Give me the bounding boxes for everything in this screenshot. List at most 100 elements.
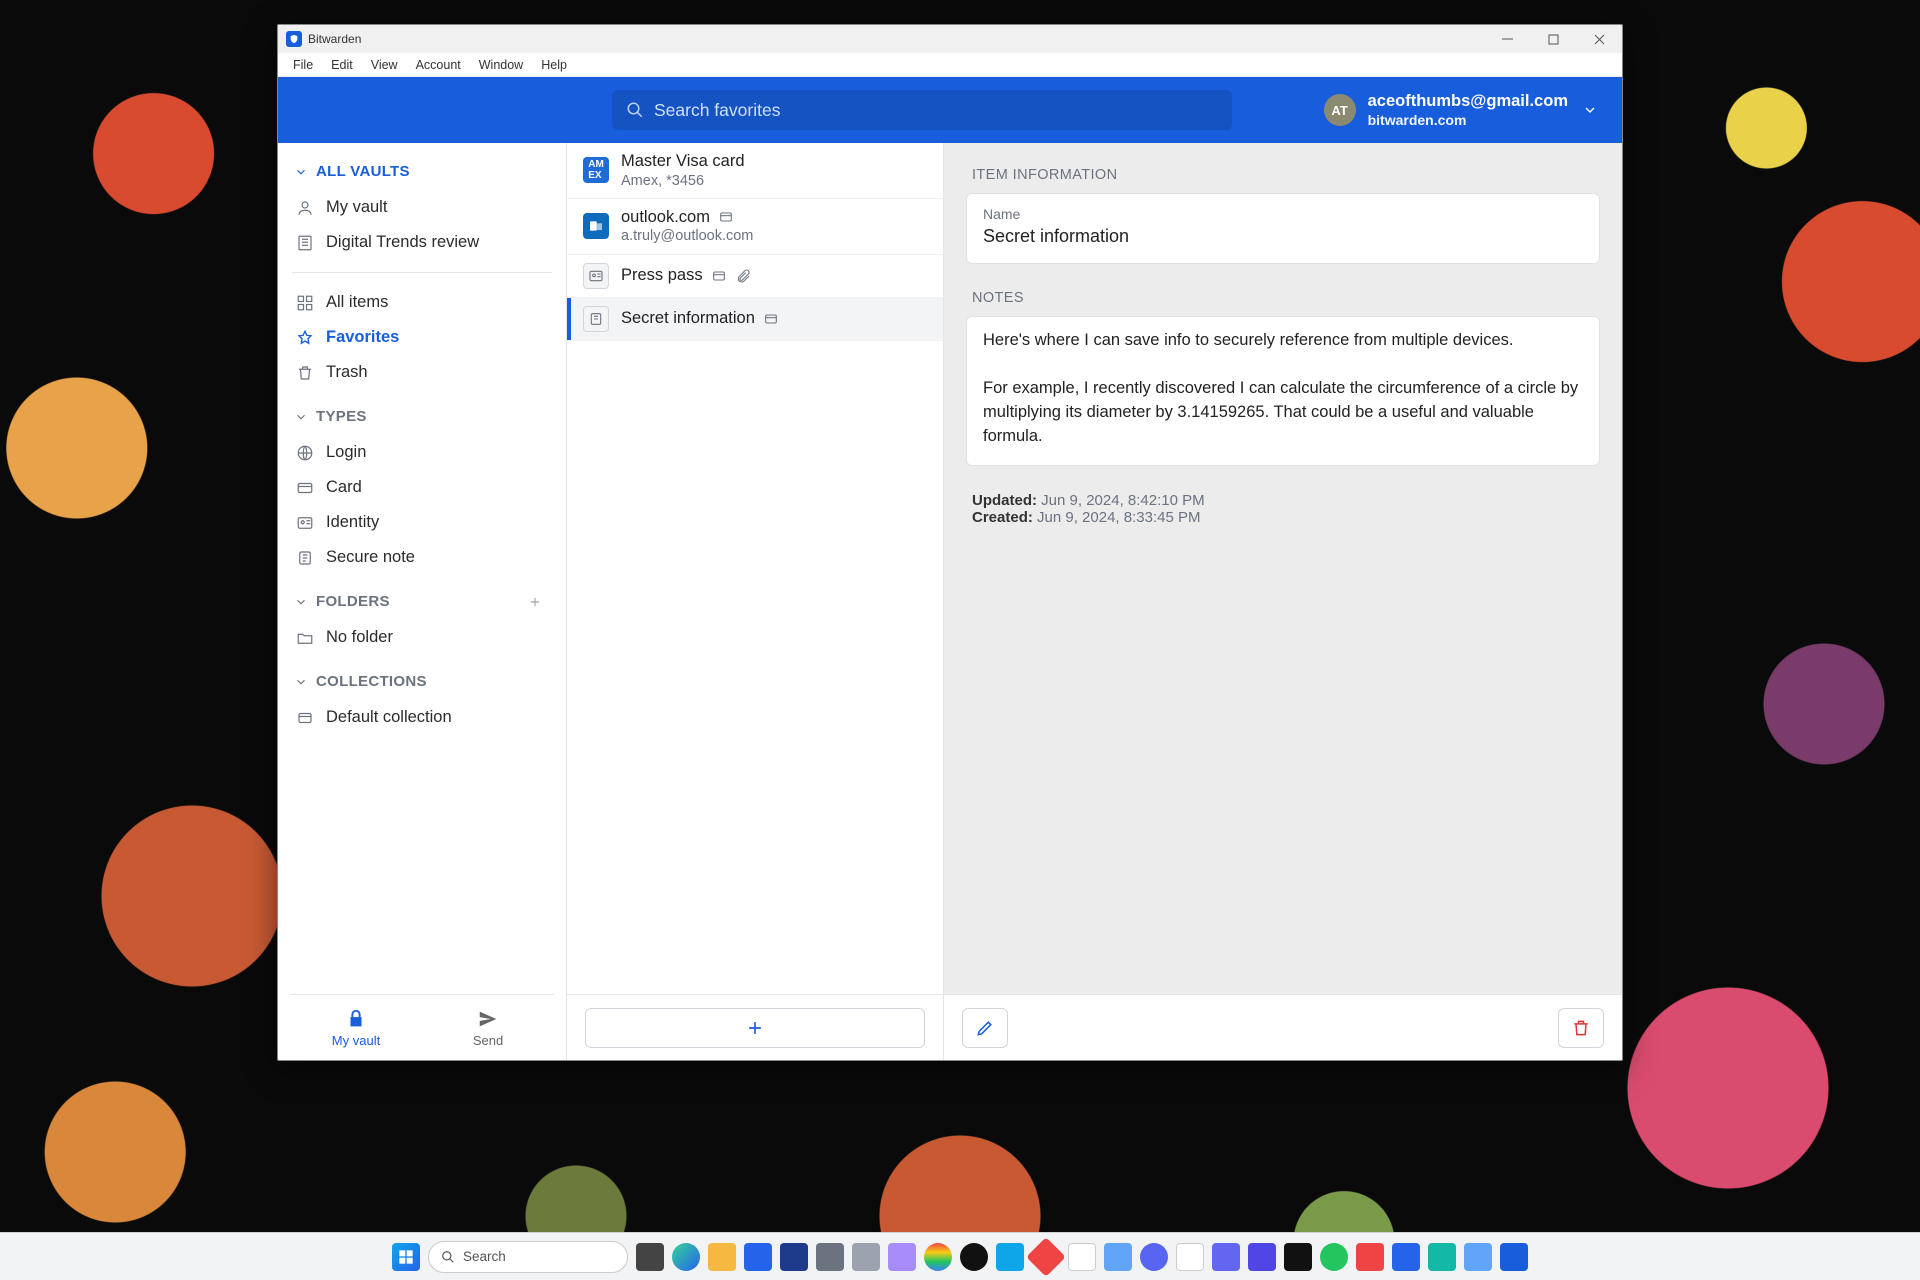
taskbar-app-icon[interactable] [672,1243,700,1271]
window-maximize-button[interactable] [1530,25,1576,53]
sidebar-type-identity[interactable]: Identity [290,505,554,540]
taskbar-app-icon[interactable] [1104,1243,1132,1271]
taskbar-app-icon[interactable] [996,1243,1024,1271]
launch-icon[interactable] [711,268,727,284]
section-all-vaults[interactable]: ALL VAULTS [290,157,554,190]
collection-icon [296,709,314,727]
menu-help[interactable]: Help [532,55,576,75]
search-box[interactable] [612,90,1232,130]
taskbar-app-icon[interactable] [888,1243,916,1271]
tab-send[interactable]: Send [422,995,554,1060]
taskbar-app-icon[interactable] [1356,1243,1384,1271]
taskbar-app-icon[interactable] [1320,1243,1348,1271]
section-types[interactable]: TYPES [290,390,554,435]
section-folders[interactable]: FOLDERS [290,575,554,620]
search-input[interactable] [654,100,1218,121]
sidebar-vault-digital-trends[interactable]: Digital Trends review [290,225,554,260]
taskbar-app-icon[interactable] [636,1243,664,1271]
taskbar-app-icon[interactable] [924,1243,952,1271]
window-minimize-button[interactable] [1484,25,1530,53]
sidebar-favorites[interactable]: Favorites [290,320,554,355]
menu-account[interactable]: Account [407,55,470,75]
taskbar-app-icon[interactable] [780,1243,808,1271]
taskbar-app-icon[interactable] [744,1243,772,1271]
grid-icon [296,294,314,312]
chevron-down-icon [294,595,308,609]
taskbar-app-icon[interactable] [1284,1243,1312,1271]
menu-window[interactable]: Window [470,55,532,75]
taskbar-app-icon[interactable] [1026,1237,1066,1277]
launch-icon[interactable] [763,311,779,327]
list-item[interactable]: Secret information [567,298,943,341]
section-collections[interactable]: COLLECTIONS [290,655,554,700]
taskbar-app-icon[interactable] [960,1243,988,1271]
sidebar-type-note[interactable]: Secure note [290,540,554,575]
taskbar-app-icon[interactable] [1140,1243,1168,1271]
notes-card: Here's where I can save info to securely… [966,316,1600,466]
attachment-icon[interactable] [735,268,751,284]
identity-icon [583,263,609,289]
add-folder-button[interactable] [528,595,542,609]
taskbar-search[interactable]: Search [428,1241,628,1273]
list-item[interactable]: AMEX Master Visa card Amex, *3456 [567,143,943,199]
note-icon [583,306,609,332]
name-value: Secret information [983,226,1583,247]
user-icon [296,199,314,217]
globe-icon [296,444,314,462]
taskbar-app-icon[interactable] [1500,1243,1528,1271]
card-icon [296,479,314,497]
chevron-down-icon [294,410,308,424]
start-button[interactable] [392,1243,420,1271]
account-email: aceofthumbs@gmail.com [1368,91,1568,112]
window-title: Bitwarden [308,32,361,46]
trash-icon [1571,1018,1591,1038]
edit-button[interactable] [962,1008,1008,1048]
account-switcher[interactable]: AT aceofthumbs@gmail.com bitwarden.com [1324,91,1598,129]
sidebar-type-card[interactable]: Card [290,470,554,505]
send-icon [477,1008,499,1030]
delete-button[interactable] [1558,1008,1604,1048]
lock-icon [345,1008,367,1030]
sidebar-trash[interactable]: Trash [290,355,554,390]
taskbar-app-icon[interactable] [1176,1243,1204,1271]
bitwarden-window: Bitwarden File Edit View Account Window … [277,24,1623,1061]
window-close-button[interactable] [1576,25,1622,53]
taskbar-app-icon[interactable] [1212,1243,1240,1271]
menu-edit[interactable]: Edit [322,55,362,75]
item-list-column: AMEX Master Visa card Amex, *3456 outloo… [567,143,944,1060]
sidebar-type-login[interactable]: Login [290,435,554,470]
account-domain: bitwarden.com [1368,112,1568,130]
taskbar-app-icon[interactable] [1428,1243,1456,1271]
sidebar-collection-default[interactable]: Default collection [290,700,554,735]
taskbar[interactable]: Search [0,1232,1920,1280]
taskbar-app-icon[interactable] [1248,1243,1276,1271]
menu-file[interactable]: File [284,55,322,75]
created-meta: Created: Jun 9, 2024, 8:33:45 PM [966,509,1600,526]
add-item-button[interactable] [585,1008,925,1048]
item-name-card: Name Secret information [966,193,1600,264]
launch-icon[interactable] [718,209,734,225]
sidebar-tabs: My vault Send [290,994,554,1060]
taskbar-app-icon[interactable] [1392,1243,1420,1271]
pencil-icon [975,1018,995,1038]
tab-my-vault[interactable]: My vault [290,995,422,1060]
chevron-down-icon [1582,102,1598,118]
list-item[interactable]: Press pass [567,255,943,298]
taskbar-app-icon[interactable] [708,1243,736,1271]
sidebar-vault-my-vault[interactable]: My vault [290,190,554,225]
taskbar-app-icon[interactable] [852,1243,880,1271]
plus-icon [745,1018,765,1038]
site-icon [583,213,609,239]
sidebar-all-items[interactable]: All items [290,285,554,320]
taskbar-app-icon[interactable] [816,1243,844,1271]
taskbar-app-icon[interactable] [1068,1243,1096,1271]
item-list: AMEX Master Visa card Amex, *3456 outloo… [567,143,943,994]
list-item[interactable]: outlook.com a.truly@outlook.com [567,199,943,255]
menu-view[interactable]: View [362,55,407,75]
chevron-down-icon [294,675,308,689]
search-icon [441,1250,455,1264]
taskbar-app-icon[interactable] [1464,1243,1492,1271]
folder-icon [296,629,314,647]
sidebar-folder-none[interactable]: No folder [290,620,554,655]
updated-meta: Updated: Jun 9, 2024, 8:42:10 PM [966,492,1600,509]
